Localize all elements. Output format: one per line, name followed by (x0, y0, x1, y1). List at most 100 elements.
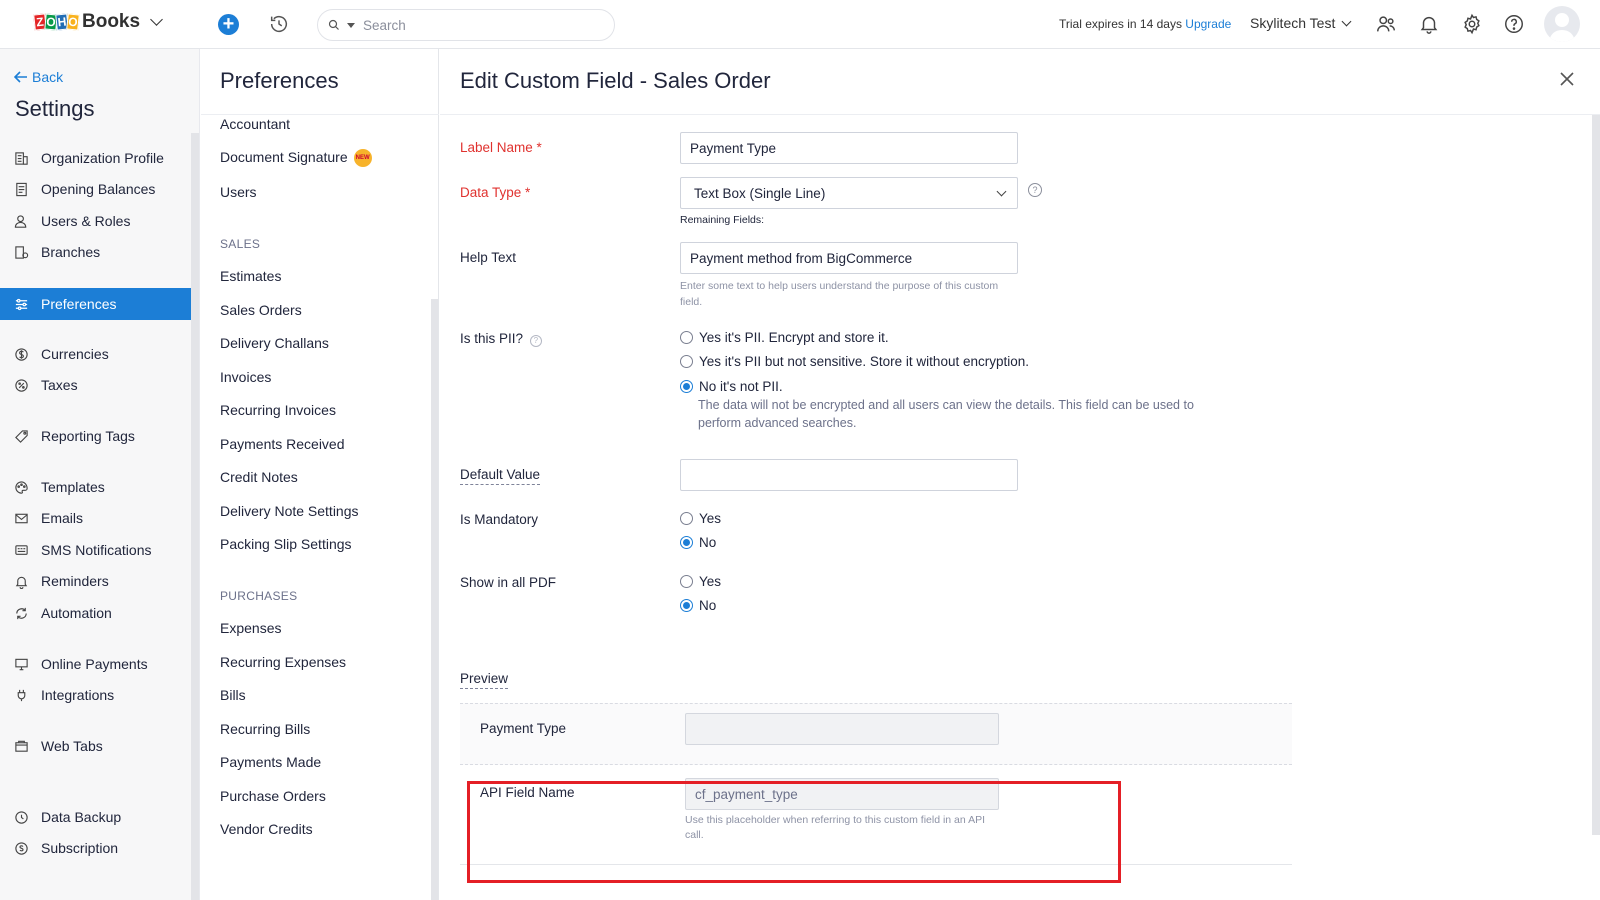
avatar[interactable] (1544, 6, 1580, 42)
sidebar-item-data-backup[interactable]: Data Backup (0, 801, 191, 833)
show-in-pdf-label: Show in all PDF (460, 575, 557, 590)
pii-option-not-sensitive[interactable]: Yes it's PII but not sensitive. Store it… (680, 354, 1029, 369)
sidebar-item-templates[interactable]: Templates (0, 471, 191, 503)
radio-label: Yes (699, 574, 722, 589)
pref-item-delivery-note-settings[interactable]: Delivery Note Settings (220, 503, 359, 519)
preferences-scrollbar[interactable] (431, 299, 438, 900)
help-icon[interactable]: ? (529, 335, 542, 347)
sidebar-item-preferences[interactable]: Preferences (0, 288, 191, 320)
data-type-value: Text Box (Single Line) (694, 185, 826, 201)
radio-button-selected[interactable] (680, 599, 693, 612)
sidebar-item-opening-balances[interactable]: Opening Balances (0, 173, 191, 205)
sidebar-item-reminders[interactable]: Reminders (0, 565, 191, 597)
trial-text: Trial expires in 14 days (1059, 17, 1182, 31)
pref-item-vendor-credits[interactable]: Vendor Credits (220, 821, 313, 837)
pref-item-invoices[interactable]: Invoices (220, 369, 271, 385)
pref-item-recurring-expenses[interactable]: Recurring Expenses (220, 654, 346, 670)
radio-button-selected[interactable] (680, 536, 693, 549)
user-avatar-icon (1549, 13, 1575, 42)
radio-button[interactable] (680, 575, 693, 588)
sidebar-item-organization-profile[interactable]: Organization Profile (0, 142, 191, 174)
default-value-input[interactable] (680, 459, 1018, 491)
tabs-icon (15, 740, 28, 752)
history-icon[interactable] (268, 13, 290, 35)
radio-button[interactable] (680, 331, 693, 344)
sms-icon (15, 544, 28, 555)
plug-icon (17, 689, 26, 701)
radio-button[interactable] (680, 512, 693, 525)
preferences-panel: Preferences Accountant Document Signatur… (201, 49, 439, 900)
page-title: Settings (15, 96, 95, 121)
help-icon[interactable]: ? (1028, 183, 1042, 197)
help-icon[interactable] (1503, 13, 1525, 35)
pdf-option-no[interactable]: No (680, 598, 716, 613)
sidebar-item-users-roles[interactable]: Users & Roles (0, 205, 191, 237)
pref-item-users[interactable]: Users (220, 184, 257, 200)
pref-item-bills[interactable]: Bills (220, 687, 246, 703)
bell-icon[interactable] (1418, 13, 1440, 35)
radio-button-selected[interactable] (680, 380, 693, 393)
search-bar[interactable] (317, 9, 615, 41)
sidebar-scrollbar[interactable] (191, 133, 199, 900)
ledger-icon (16, 182, 27, 196)
search-icon (328, 19, 339, 30)
sidebar-item-online-payments[interactable]: Online Payments (0, 648, 191, 680)
sidebar-item-reporting-tags[interactable]: Reporting Tags (0, 420, 191, 452)
users-icon[interactable] (1375, 13, 1397, 35)
pref-item-estimates[interactable]: Estimates (220, 268, 281, 284)
sidebar-item-sms-notifications[interactable]: SMS Notifications (0, 534, 191, 566)
preview-section: Payment Type (460, 703, 1292, 765)
pref-item-expenses[interactable]: Expenses (220, 620, 281, 636)
pref-item-recurring-bills[interactable]: Recurring Bills (220, 721, 310, 737)
radio-label: Yes it's PII. Encrypt and store it. (699, 330, 889, 345)
sidebar-item-automation[interactable]: Automation (0, 597, 191, 629)
help-text-input[interactable]: Payment method from BigCommerce (680, 242, 1018, 274)
subscription-icon (15, 841, 28, 855)
sidebar-item-currencies[interactable]: Currencies (0, 338, 191, 370)
pref-item-purchase-orders[interactable]: Purchase Orders (220, 788, 326, 804)
pref-item-sales-orders[interactable]: Sales Orders (220, 302, 302, 318)
sidebar-item-emails[interactable]: Emails (0, 502, 191, 534)
search-input[interactable] (363, 17, 583, 33)
sidebar-item-integrations[interactable]: Integrations (0, 679, 191, 711)
app-brand[interactable]: Z O H O Books (33, 11, 163, 33)
pref-item-delivery-challans[interactable]: Delivery Challans (220, 335, 329, 351)
preview-field-input (685, 713, 999, 745)
branch-icon (15, 245, 29, 259)
sidebar-item-taxes[interactable]: Taxes (0, 369, 191, 401)
quick-create-button[interactable]: + (218, 14, 239, 35)
gear-icon[interactable] (1461, 13, 1483, 35)
section-heading-purchases: PURCHASES (220, 589, 298, 603)
mandatory-option-yes[interactable]: Yes (680, 511, 721, 526)
radio-label: No (699, 598, 717, 613)
back-link[interactable]: Back (14, 69, 63, 85)
sliders-icon (15, 298, 28, 310)
pref-item-recurring-invoices[interactable]: Recurring Invoices (220, 402, 336, 418)
building-icon (15, 151, 28, 165)
sidebar-item-branches[interactable]: Branches (0, 236, 191, 268)
data-type-select[interactable]: Text Box (Single Line) (680, 177, 1018, 209)
pref-item-payments-made[interactable]: Payments Made (220, 754, 321, 770)
trial-notice: Trial expires in 14 days Upgrade (1059, 17, 1231, 31)
pref-item-document-signature[interactable]: Document Signature NEW (220, 149, 372, 168)
search-filter-caret-icon[interactable] (347, 22, 355, 28)
organization-switcher[interactable]: Skylitech Test (1250, 15, 1352, 31)
sidebar-item-web-tabs[interactable]: Web Tabs (0, 730, 191, 762)
pref-item-accountant[interactable]: Accountant (220, 116, 290, 132)
pii-option-encrypt[interactable]: Yes it's PII. Encrypt and store it. (680, 330, 889, 345)
pii-option-not-pii[interactable]: No it's not PII. (680, 379, 783, 394)
sidebar-item-subscription[interactable]: Subscription (0, 832, 191, 864)
sidebar-item-label: Data Backup (41, 809, 122, 825)
label-name-input[interactable]: Payment Type (680, 132, 1018, 164)
close-icon[interactable] (1557, 69, 1577, 89)
pref-item-credit-notes[interactable]: Credit Notes (220, 469, 298, 485)
pdf-option-yes[interactable]: Yes (680, 574, 721, 589)
mandatory-option-no[interactable]: No (680, 535, 716, 550)
pref-item-payments-received[interactable]: Payments Received (220, 436, 345, 452)
radio-button[interactable] (680, 355, 693, 368)
upgrade-link[interactable]: Upgrade (1185, 17, 1231, 31)
radio-label: No (699, 535, 717, 550)
organization-name: Skylitech Test (1250, 15, 1336, 31)
editor-scrollbar[interactable] (1592, 115, 1600, 835)
pref-item-packing-slip-settings[interactable]: Packing Slip Settings (220, 536, 352, 552)
